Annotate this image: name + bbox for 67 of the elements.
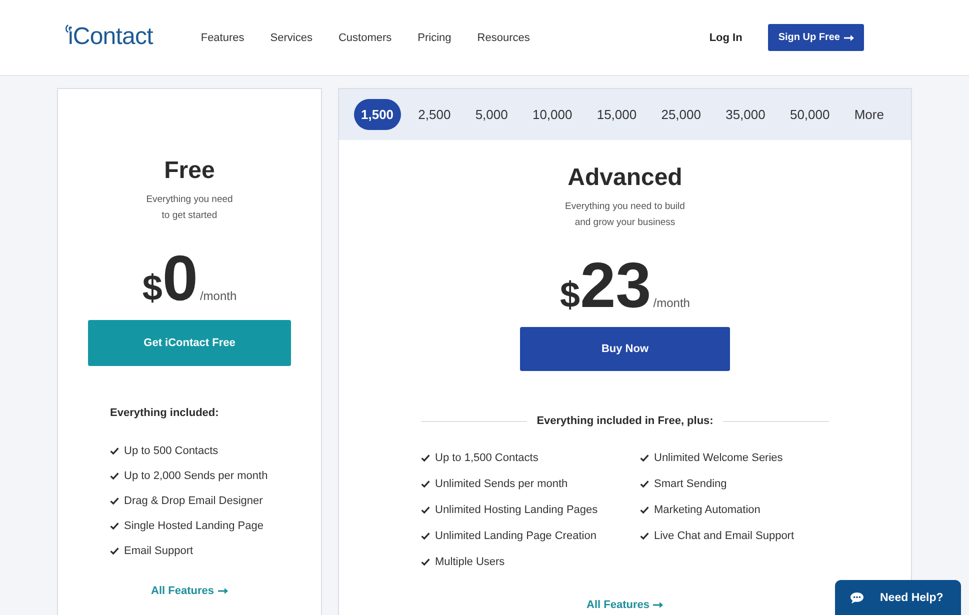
all-features-link[interactable]: All Features — [586, 598, 664, 612]
help-chat-button[interactable]: Need Help? — [835, 580, 961, 615]
plan-name: Free — [164, 157, 215, 185]
plan-description: Everything you need to build and grow your business — [565, 200, 685, 230]
check-icon — [421, 506, 430, 514]
feature-item: Marketing Automation — [654, 503, 760, 518]
price-period: /month — [200, 289, 237, 303]
contact-tier-tab[interactable]: 35,000 — [718, 99, 772, 130]
check-icon — [421, 558, 430, 566]
right-arrow-icon — [844, 34, 854, 40]
nav-link[interactable]: Customers — [338, 32, 392, 44]
feature-item: Up to 1,500 Contacts — [435, 451, 538, 466]
plan-description: Everything you need to get started — [146, 193, 233, 223]
check-icon — [640, 532, 649, 540]
check-icon — [421, 454, 430, 462]
plan-cta-button[interactable]: Buy Now — [520, 327, 730, 371]
price-amount: 0 — [162, 246, 198, 310]
nav-link[interactable]: Features — [200, 32, 244, 44]
sign-up-button[interactable]: Sign Up Free — [768, 24, 864, 51]
check-icon — [640, 506, 649, 514]
check-icon — [110, 447, 119, 455]
chat-bubble-icon — [850, 592, 864, 604]
login-link[interactable]: Log In — [709, 32, 742, 44]
contact-tier-tab[interactable]: 1,500 — [354, 99, 401, 130]
contact-tier-tab[interactable]: 15,000 — [590, 99, 644, 130]
contact-tier-tab[interactable]: 25,000 — [654, 99, 708, 130]
logo[interactable]: iContact — [64, 22, 153, 50]
feature-item: Unlimited Hosting Landing Pages — [435, 503, 598, 518]
feature-item: Unlimited Landing Page Creation — [435, 529, 596, 544]
feature-item: Email Support — [124, 544, 194, 559]
nav-link[interactable]: Pricing — [418, 32, 452, 44]
feature-item: Up to 500 Contacts — [124, 444, 218, 459]
check-icon — [110, 472, 119, 480]
currency-symbol: $ — [142, 270, 162, 306]
all-features-link[interactable]: All Features — [151, 584, 228, 598]
check-icon — [640, 454, 649, 462]
feature-item: Smart Sending — [654, 477, 727, 492]
features-heading: Everything included: — [110, 407, 219, 419]
feature-item: Single Hosted Landing Page — [124, 519, 264, 534]
check-icon — [421, 480, 430, 488]
signal-icon — [64, 24, 71, 34]
check-icon — [110, 547, 119, 555]
right-arrow-icon — [653, 602, 664, 608]
currency-symbol: $ — [560, 277, 580, 313]
nav-link[interactable]: Services — [270, 32, 312, 44]
feature-item: Live Chat and Email Support — [654, 529, 794, 544]
right-arrow-icon — [218, 588, 228, 594]
check-icon — [421, 532, 430, 540]
check-icon — [640, 480, 649, 488]
contact-tier-tab[interactable]: More — [847, 99, 891, 130]
feature-item: Unlimited Sends per month — [435, 477, 568, 492]
features-heading: Everything included in Free, plus: — [536, 414, 714, 428]
plan-name: Advanced — [568, 164, 682, 192]
plan-cta-button[interactable]: Get iContact Free — [88, 320, 291, 366]
check-icon — [110, 497, 119, 505]
feature-item: Up to 2,000 Sends per month — [124, 469, 268, 484]
feature-item: Drag & Drop Email Designer — [124, 494, 263, 509]
contact-tier-tab[interactable]: 50,000 — [782, 99, 837, 130]
contact-tier-tab[interactable]: 2,500 — [411, 99, 458, 130]
check-icon — [110, 522, 119, 530]
price-amount: 23 — [580, 253, 652, 317]
feature-item: Unlimited Welcome Series — [654, 451, 783, 466]
contact-tier-tab[interactable]: 10,000 — [525, 99, 580, 130]
nav-link[interactable]: Resources — [477, 32, 530, 44]
feature-item: Multiple Users — [435, 555, 505, 570]
price-period: /month — [653, 296, 690, 310]
contact-tier-tab[interactable]: 5,000 — [468, 99, 515, 130]
